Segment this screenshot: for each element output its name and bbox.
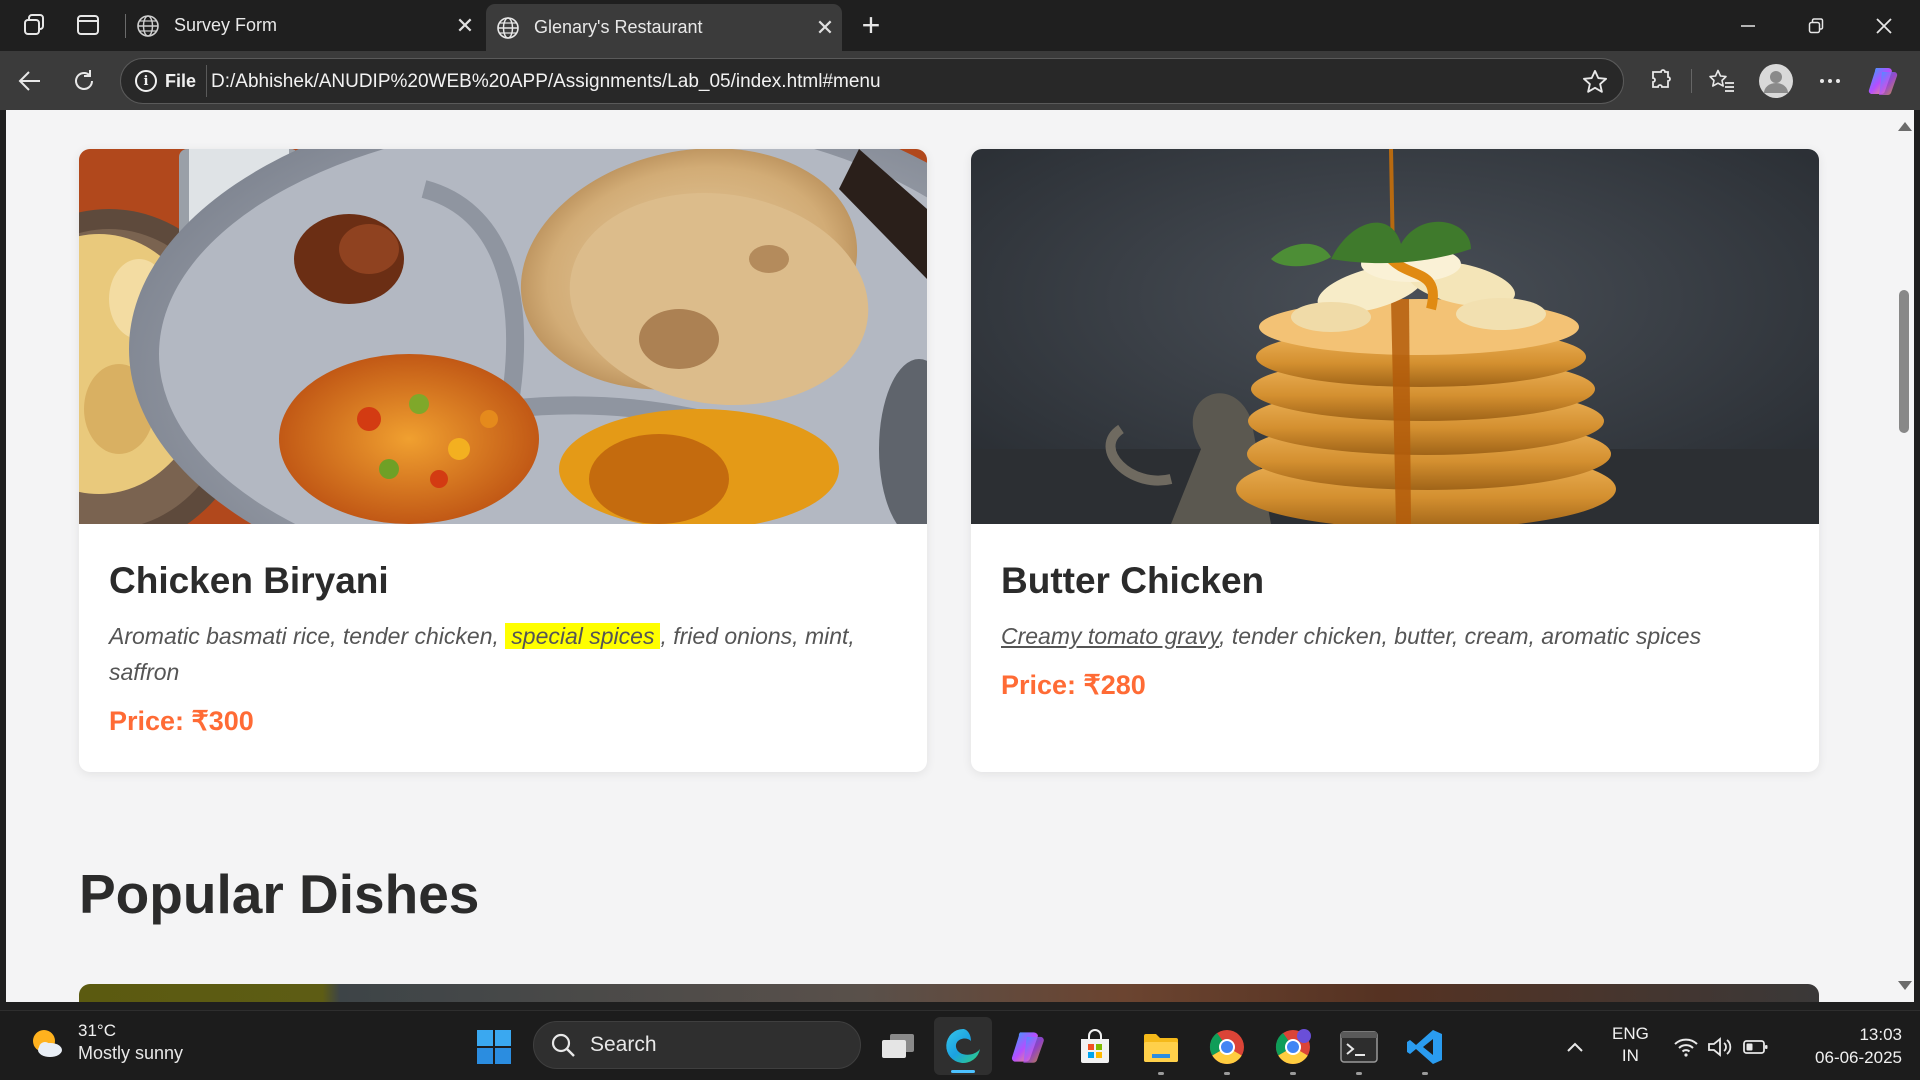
weather-temperature: 31°C bbox=[78, 1021, 116, 1040]
tab-survey-form[interactable]: Survey Form ✕ bbox=[126, 4, 482, 47]
running-indicator bbox=[1356, 1072, 1362, 1075]
language-code: ENG bbox=[1612, 1024, 1649, 1043]
menu-card-butter-chicken: Butter Chicken Creamy tomato gravy, tend… bbox=[971, 149, 1819, 772]
input-language-indicator[interactable]: ENG IN bbox=[1612, 1023, 1649, 1067]
back-icon[interactable] bbox=[10, 61, 50, 101]
refresh-icon[interactable] bbox=[64, 61, 104, 101]
site-info-button[interactable]: i File bbox=[131, 65, 208, 97]
extensions-icon[interactable] bbox=[1641, 61, 1681, 101]
restore-button[interactable] bbox=[1782, 0, 1850, 51]
wifi-icon bbox=[1674, 1038, 1698, 1057]
terminal-icon[interactable] bbox=[1337, 1025, 1381, 1075]
copilot-icon[interactable] bbox=[1864, 61, 1904, 101]
tab-glenarys-restaurant[interactable]: Glenary's Restaurant ✕ bbox=[486, 4, 842, 51]
workspaces-icon[interactable] bbox=[15, 8, 55, 42]
running-indicator bbox=[1422, 1072, 1428, 1075]
page-scrollbar[interactable] bbox=[1893, 110, 1914, 1002]
system-clock[interactable]: 13:03 06-06-2025 bbox=[1796, 1023, 1902, 1069]
url-text[interactable]: D:/Abhishek/ANUDIP%20WEB%20APP/Assignmen… bbox=[211, 71, 881, 93]
popular-dishes-heading: Popular Dishes bbox=[79, 863, 480, 925]
search-placeholder: Search bbox=[590, 1033, 657, 1056]
microsoft-store-icon[interactable] bbox=[1073, 1025, 1117, 1069]
close-tab-icon[interactable]: ✕ bbox=[808, 15, 842, 41]
more-menu-icon[interactable] bbox=[1810, 61, 1850, 101]
dish-title: Butter Chicken bbox=[1001, 560, 1265, 601]
menu-card-chicken-biryani: Chicken Biryani Aromatic basmati rice, t… bbox=[79, 149, 927, 772]
card-body: Butter Chicken Creamy tomato gravy, tend… bbox=[971, 524, 1819, 701]
popular-dish-card-image bbox=[79, 984, 1819, 1002]
weather-widget[interactable]: 31°C Mostly sunny bbox=[28, 1021, 183, 1064]
new-tab-button[interactable]: + bbox=[852, 6, 890, 44]
description-text: Aromatic basmati rice, tender chicken, bbox=[109, 623, 506, 649]
card-body: Chicken Biryani Aromatic basmati rice, t… bbox=[79, 524, 927, 737]
scroll-down-arrow-icon[interactable] bbox=[1898, 981, 1912, 990]
scroll-up-arrow-icon[interactable] bbox=[1898, 122, 1912, 131]
profile-avatar[interactable] bbox=[1756, 61, 1796, 101]
browser-toolbar: i File D:/Abhishek/ANUDIP%20WEB%20APP/As… bbox=[0, 51, 1920, 110]
vscode-icon[interactable] bbox=[1403, 1025, 1447, 1075]
weather-condition: Mostly sunny bbox=[78, 1043, 184, 1063]
running-indicator bbox=[1158, 1072, 1164, 1075]
minimize-button[interactable] bbox=[1714, 0, 1782, 51]
close-window-button[interactable] bbox=[1850, 0, 1918, 51]
highlighted-text: special spices bbox=[505, 623, 661, 649]
battery-icon bbox=[1743, 1040, 1768, 1054]
browser-title-bar: Survey Form ✕ Glenary's Restaurant ✕ + bbox=[0, 0, 1920, 51]
close-tab-icon[interactable]: ✕ bbox=[448, 13, 482, 39]
clock-date: 06-06-2025 bbox=[1815, 1048, 1902, 1067]
tab-label: Survey Form bbox=[174, 15, 278, 35]
running-indicator bbox=[1290, 1072, 1296, 1075]
quick-settings[interactable] bbox=[1666, 1025, 1776, 1069]
chrome-profile-icon[interactable] bbox=[1271, 1025, 1315, 1075]
description-text: , tender chicken, butter, cream, aromati… bbox=[1219, 623, 1702, 649]
scheme-label: File bbox=[165, 70, 197, 91]
chrome-icon[interactable] bbox=[1205, 1025, 1249, 1075]
underlined-text: Creamy tomato gravy bbox=[1001, 623, 1220, 649]
volume-icon bbox=[1708, 1037, 1732, 1057]
edge-browser-icon[interactable] bbox=[934, 1017, 992, 1075]
windows-taskbar: 31°C Mostly sunny Search ENG IN 13:03 06… bbox=[0, 1010, 1920, 1080]
windows-start-icon[interactable] bbox=[472, 1025, 516, 1069]
dish-description: Aromatic basmati rice, tender chicken, s… bbox=[109, 618, 897, 690]
scrollbar-thumb[interactable] bbox=[1899, 290, 1909, 433]
page-viewport: Chicken Biryani Aromatic basmati rice, t… bbox=[6, 110, 1893, 1002]
dish-title: Chicken Biryani bbox=[109, 560, 389, 601]
active-indicator bbox=[951, 1070, 975, 1073]
address-bar[interactable]: i File D:/Abhishek/ANUDIP%20WEB%20APP/As… bbox=[120, 58, 1624, 104]
dish-description: Creamy tomato gravy, tender chicken, but… bbox=[1001, 618, 1789, 654]
show-hidden-icons-chevron-icon[interactable] bbox=[1553, 1025, 1597, 1069]
file-explorer-icon[interactable] bbox=[1139, 1025, 1183, 1075]
running-indicator bbox=[1224, 1072, 1230, 1075]
region-code: IN bbox=[1621, 1046, 1639, 1065]
weather-sun-icon bbox=[33, 1029, 62, 1057]
favorites-icon[interactable] bbox=[1702, 61, 1742, 101]
tab-actions-icon[interactable] bbox=[68, 8, 108, 42]
clock-time: 13:03 bbox=[1859, 1025, 1902, 1044]
toolbar-divider bbox=[1691, 69, 1692, 93]
dish-price: Price: ₹280 bbox=[1001, 670, 1146, 700]
dish-price: Price: ₹300 bbox=[109, 706, 254, 736]
search-icon bbox=[551, 1033, 575, 1057]
task-view-icon[interactable] bbox=[876, 1025, 920, 1069]
thali-photo bbox=[79, 149, 927, 524]
pancake-photo bbox=[971, 149, 1819, 524]
globe-icon bbox=[137, 14, 159, 37]
copilot-app-icon[interactable] bbox=[1007, 1025, 1051, 1069]
globe-icon bbox=[497, 16, 519, 39]
tab-label: Glenary's Restaurant bbox=[534, 17, 703, 37]
info-icon: i bbox=[135, 70, 157, 92]
taskbar-search[interactable]: Search bbox=[533, 1021, 861, 1069]
favorite-star-icon[interactable] bbox=[1581, 68, 1609, 96]
